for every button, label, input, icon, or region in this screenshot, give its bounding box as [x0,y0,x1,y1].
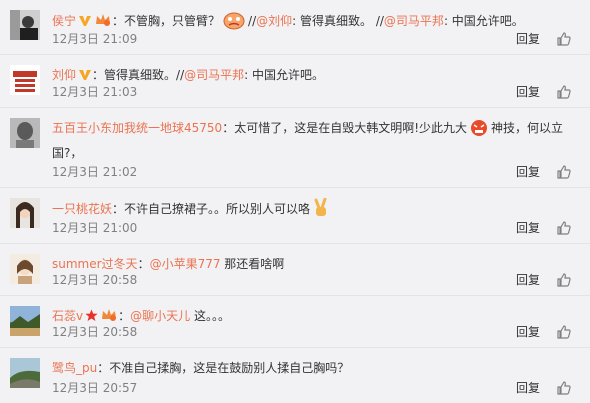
thumbs-up-icon[interactable] [556,272,572,288]
thumbs-up-icon[interactable] [556,31,572,47]
avatar[interactable] [10,198,40,228]
thumbs-up-icon[interactable] [556,324,572,340]
comment-list: 侯宁 ：不管胸，只管臂？//@刘仰: 管得真细致。 //@司马平邦: 中国允许吧。… [0,0,590,403]
reply-button[interactable]: 回复 [516,271,540,289]
avatar[interactable] [10,254,40,284]
username-link[interactable]: 五百王小东加我统一地球45750 [52,121,222,135]
avatar[interactable] [10,306,40,336]
comment-item: summer过冬天：@小苹果777 那还看啥啊 12月3日 20:58 回复 [0,244,590,296]
comment-item: 刘仰 ：管得真细致。//@司马平邦: 中国允许吧。 12月3日 21:03 回复 [0,55,590,108]
comment-item: 侯宁 ：不管胸，只管臂？//@刘仰: 管得真细致。 //@司马平邦: 中国允许吧。… [0,0,590,55]
mention-link[interactable]: @司马平邦 [384,14,444,28]
comment-item: 鹭鸟_pu：不准自己揉胸，这是在鼓励别人揉自己胸吗？ 12月3日 20:57 回… [0,348,590,403]
username-link[interactable]: 鹭鸟_pu [52,361,97,375]
comment-item: 一只桃花妖：不许自己撩裙子。。所以别人可以咯 12月3日 21:00 回复 [0,188,590,244]
reply-button[interactable]: 回复 [516,219,540,237]
username-link[interactable]: summer过冬天 [52,257,138,271]
avatar[interactable] [10,10,40,40]
username-link[interactable]: 侯宁 [52,14,76,28]
thumbs-up-icon[interactable] [556,380,572,396]
reply-button[interactable]: 回复 [516,163,540,181]
mention-link[interactable]: @司马平邦 [184,68,244,82]
mention-link[interactable]: @刘仰 [256,14,292,28]
comment-time: 12月3日 20:58 [52,325,138,339]
reply-button[interactable]: 回复 [516,379,540,397]
username-link[interactable]: 一只桃花妖 [52,202,112,216]
comment-item: 石蕊v ：@聊小天儿 这。。。 12月3日 20:58 回复 [0,296,590,348]
comment-time: 12月3日 20:58 [52,273,138,287]
username-link[interactable]: 刘仰 [52,68,76,82]
thumbs-up-icon[interactable] [556,164,572,180]
avatar[interactable] [10,65,40,95]
comment-time: 12月3日 20:57 [52,381,138,395]
avatar[interactable] [10,358,40,388]
mention-link[interactable]: @小苹果777 [150,257,221,271]
avatar[interactable] [10,118,40,148]
thumbs-up-icon[interactable] [556,220,572,236]
comment-item: 五百王小东加我统一地球45750：太可惜了，这是在自毁大韩文明啊!少此九大 神技，… [0,108,590,188]
comment-time: 12月3日 21:02 [52,165,138,179]
angry-face-emoji-icon [469,119,489,143]
comment-time: 12月3日 21:00 [52,221,138,235]
thumbs-up-icon[interactable] [556,84,572,100]
comment-time: 12月3日 21:09 [52,32,138,46]
mention-link[interactable]: @聊小天儿 [130,309,190,323]
reply-button[interactable]: 回复 [516,30,540,48]
username-link[interactable]: 石蕊v [52,309,83,323]
reply-button[interactable]: 回复 [516,323,540,341]
comment-time: 12月3日 21:03 [52,85,138,99]
reply-button[interactable]: 回复 [516,83,540,101]
